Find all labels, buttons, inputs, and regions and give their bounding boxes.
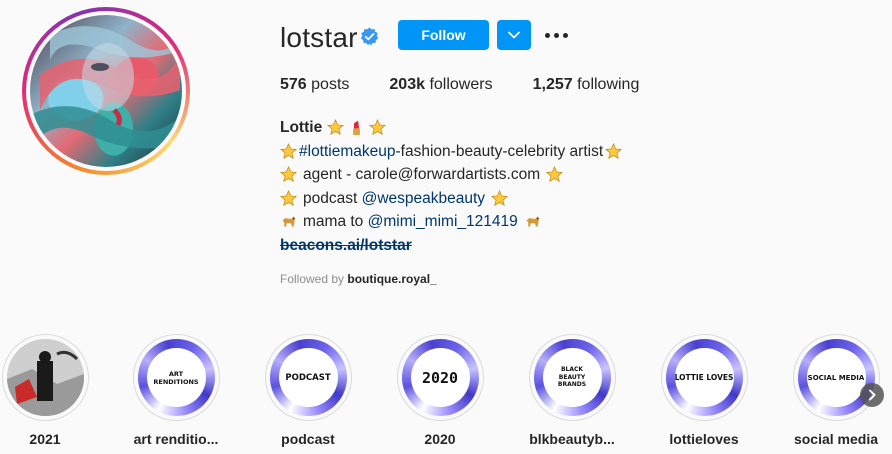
profile-stats: 576 posts 203k followers 1,257 following xyxy=(280,76,679,94)
following-stat[interactable]: 1,257 following xyxy=(533,76,640,94)
highlight-ring[interactable]: 2020 xyxy=(396,334,484,421)
highlight-cover: PODCAST xyxy=(269,339,347,416)
highlight-cover-text: SOCIAL MEDIA xyxy=(806,348,866,407)
chevron-right-icon xyxy=(869,389,876,401)
dog-icon xyxy=(526,216,540,227)
highlight-cover-text: BLACK BEAUTY BRANDS xyxy=(542,348,602,407)
highlight-ring[interactable]: BLACK BEAUTY BRANDS xyxy=(528,334,616,421)
bio-line-4-text: mama to xyxy=(303,213,368,230)
more-options-icon xyxy=(562,32,568,38)
following-count[interactable]: 1,257 xyxy=(533,76,573,93)
more-options-icon xyxy=(553,32,559,38)
bio-line-1: #lottiemakeup -fashion-beauty-celebrity … xyxy=(280,140,624,164)
highlight-ring[interactable]: ART RENDITIONS xyxy=(132,334,220,421)
more-options-icon xyxy=(544,32,550,38)
posts-count: 576 xyxy=(280,76,307,93)
highlight-cover-text: 2020 xyxy=(410,348,470,407)
followers-stat[interactable]: 203k followers xyxy=(389,76,492,94)
mimi-mention-link[interactable]: @mimi_mimi_121419 xyxy=(368,210,518,234)
highlight-cover: LOTTIE LOVES xyxy=(665,339,743,416)
star-icon xyxy=(605,142,623,159)
highlight-cover-text: PODCAST xyxy=(278,348,338,407)
highlight-art-renditions[interactable]: ART RENDITIONS art renditio... xyxy=(121,334,231,447)
avatar-art-icon xyxy=(30,26,182,150)
suggested-dropdown-button[interactable] xyxy=(497,20,531,50)
bio-line-3: podcast @wespeakbeauty xyxy=(280,187,624,211)
bio-name-line: Lottie xyxy=(280,116,624,140)
highlight-label[interactable]: blkbeautyb... xyxy=(529,431,615,447)
hashtag-link[interactable]: #lottiemakeup xyxy=(299,140,396,164)
highlight-cover: 2020 xyxy=(401,339,479,416)
verified-badge-icon xyxy=(360,27,379,46)
followers-count[interactable]: 203k xyxy=(389,76,425,93)
profile-avatar[interactable] xyxy=(30,15,182,167)
followers-label[interactable]: followers xyxy=(429,76,492,93)
highlight-ring[interactable]: PODCAST xyxy=(264,334,352,421)
story-highlights: 2021 ART RENDITIONS art renditio... PODC… xyxy=(0,334,892,454)
highlight-2020[interactable]: 2020 2020 xyxy=(385,334,495,447)
highlight-ring[interactable]: SOCIAL MEDIA xyxy=(792,334,880,421)
followed-by-user-link[interactable]: boutique.royal_ xyxy=(347,272,436,286)
star-icon xyxy=(327,119,345,136)
profile-username: lotstar xyxy=(280,22,358,53)
dog-icon xyxy=(282,216,296,227)
highlight-cover-photo xyxy=(6,339,84,416)
highlight-2021[interactable]: 2021 xyxy=(0,334,100,447)
following-label[interactable]: following xyxy=(577,76,639,93)
highlight-podcast[interactable]: PODCAST podcast xyxy=(253,334,363,447)
highlight-cover: BLACK BEAUTY BRANDS xyxy=(533,339,611,416)
profile-avatar-ring[interactable] xyxy=(22,7,190,175)
followed-by-prefix: Followed by xyxy=(280,272,348,286)
highlight-cover: ART RENDITIONS xyxy=(137,339,215,416)
highlight-label[interactable]: podcast xyxy=(281,431,335,447)
star-icon xyxy=(491,189,509,206)
more-options-button[interactable] xyxy=(543,25,569,45)
highlight-lottieloves[interactable]: LOTTIE LOVES lottieloves xyxy=(649,334,759,447)
highlight-cover-text: ART RENDITIONS xyxy=(146,348,206,407)
highlight-label[interactable]: social media xyxy=(794,431,878,447)
followed-by-text: Followed by boutique.royal_ xyxy=(280,272,437,286)
posts-stat: 576 posts xyxy=(280,76,349,94)
highlights-next-button[interactable] xyxy=(860,383,884,407)
star-icon xyxy=(280,189,297,206)
highlight-label[interactable]: 2021 xyxy=(29,431,60,447)
avatar-gap xyxy=(26,11,186,171)
bio-line-2: agent - carole@forwardartists.com xyxy=(280,163,624,187)
bio-line-3-text: podcast xyxy=(303,189,362,207)
star-icon xyxy=(280,166,297,183)
star-icon xyxy=(546,166,564,183)
highlight-cover: SOCIAL MEDIA xyxy=(797,339,875,416)
wespeakbeauty-mention-link[interactable]: @wespeakbeauty xyxy=(362,187,485,211)
star-icon xyxy=(369,119,387,136)
highlight-ring[interactable]: LOTTIE LOVES xyxy=(660,334,748,421)
profile-bio: Lottie #lottiemakeup -fashion-beauty-cel… xyxy=(280,116,624,257)
bio-name: Lottie xyxy=(280,119,323,136)
highlight-ring[interactable] xyxy=(1,334,89,421)
highlight-label[interactable]: art renditio... xyxy=(134,431,219,447)
highlight-blkbeautybrands[interactable]: BLACK BEAUTY BRANDS blkbeautyb... xyxy=(517,334,627,447)
bio-link-line: beacons.ai/lotstar xyxy=(280,234,624,258)
chevron-down-icon xyxy=(508,31,520,39)
posts-label: posts xyxy=(311,76,350,93)
highlight-photo-icon xyxy=(6,339,84,416)
follow-button[interactable]: Follow xyxy=(398,20,489,50)
highlight-label[interactable]: 2020 xyxy=(424,431,455,447)
bio-line-2-text: agent - carole@forwardartists.com xyxy=(303,166,541,183)
highlight-label[interactable]: lottieloves xyxy=(669,431,738,447)
lipstick-icon xyxy=(353,120,361,136)
star-icon xyxy=(280,142,297,159)
website-link[interactable]: beacons.ai/lotstar xyxy=(280,234,412,258)
bio-line-4: mama to @mimi_mimi_121419 xyxy=(280,210,624,234)
bio-line-1-text: -fashion-beauty-celebrity artist xyxy=(395,142,604,160)
highlight-cover-text: LOTTIE LOVES xyxy=(674,348,734,407)
